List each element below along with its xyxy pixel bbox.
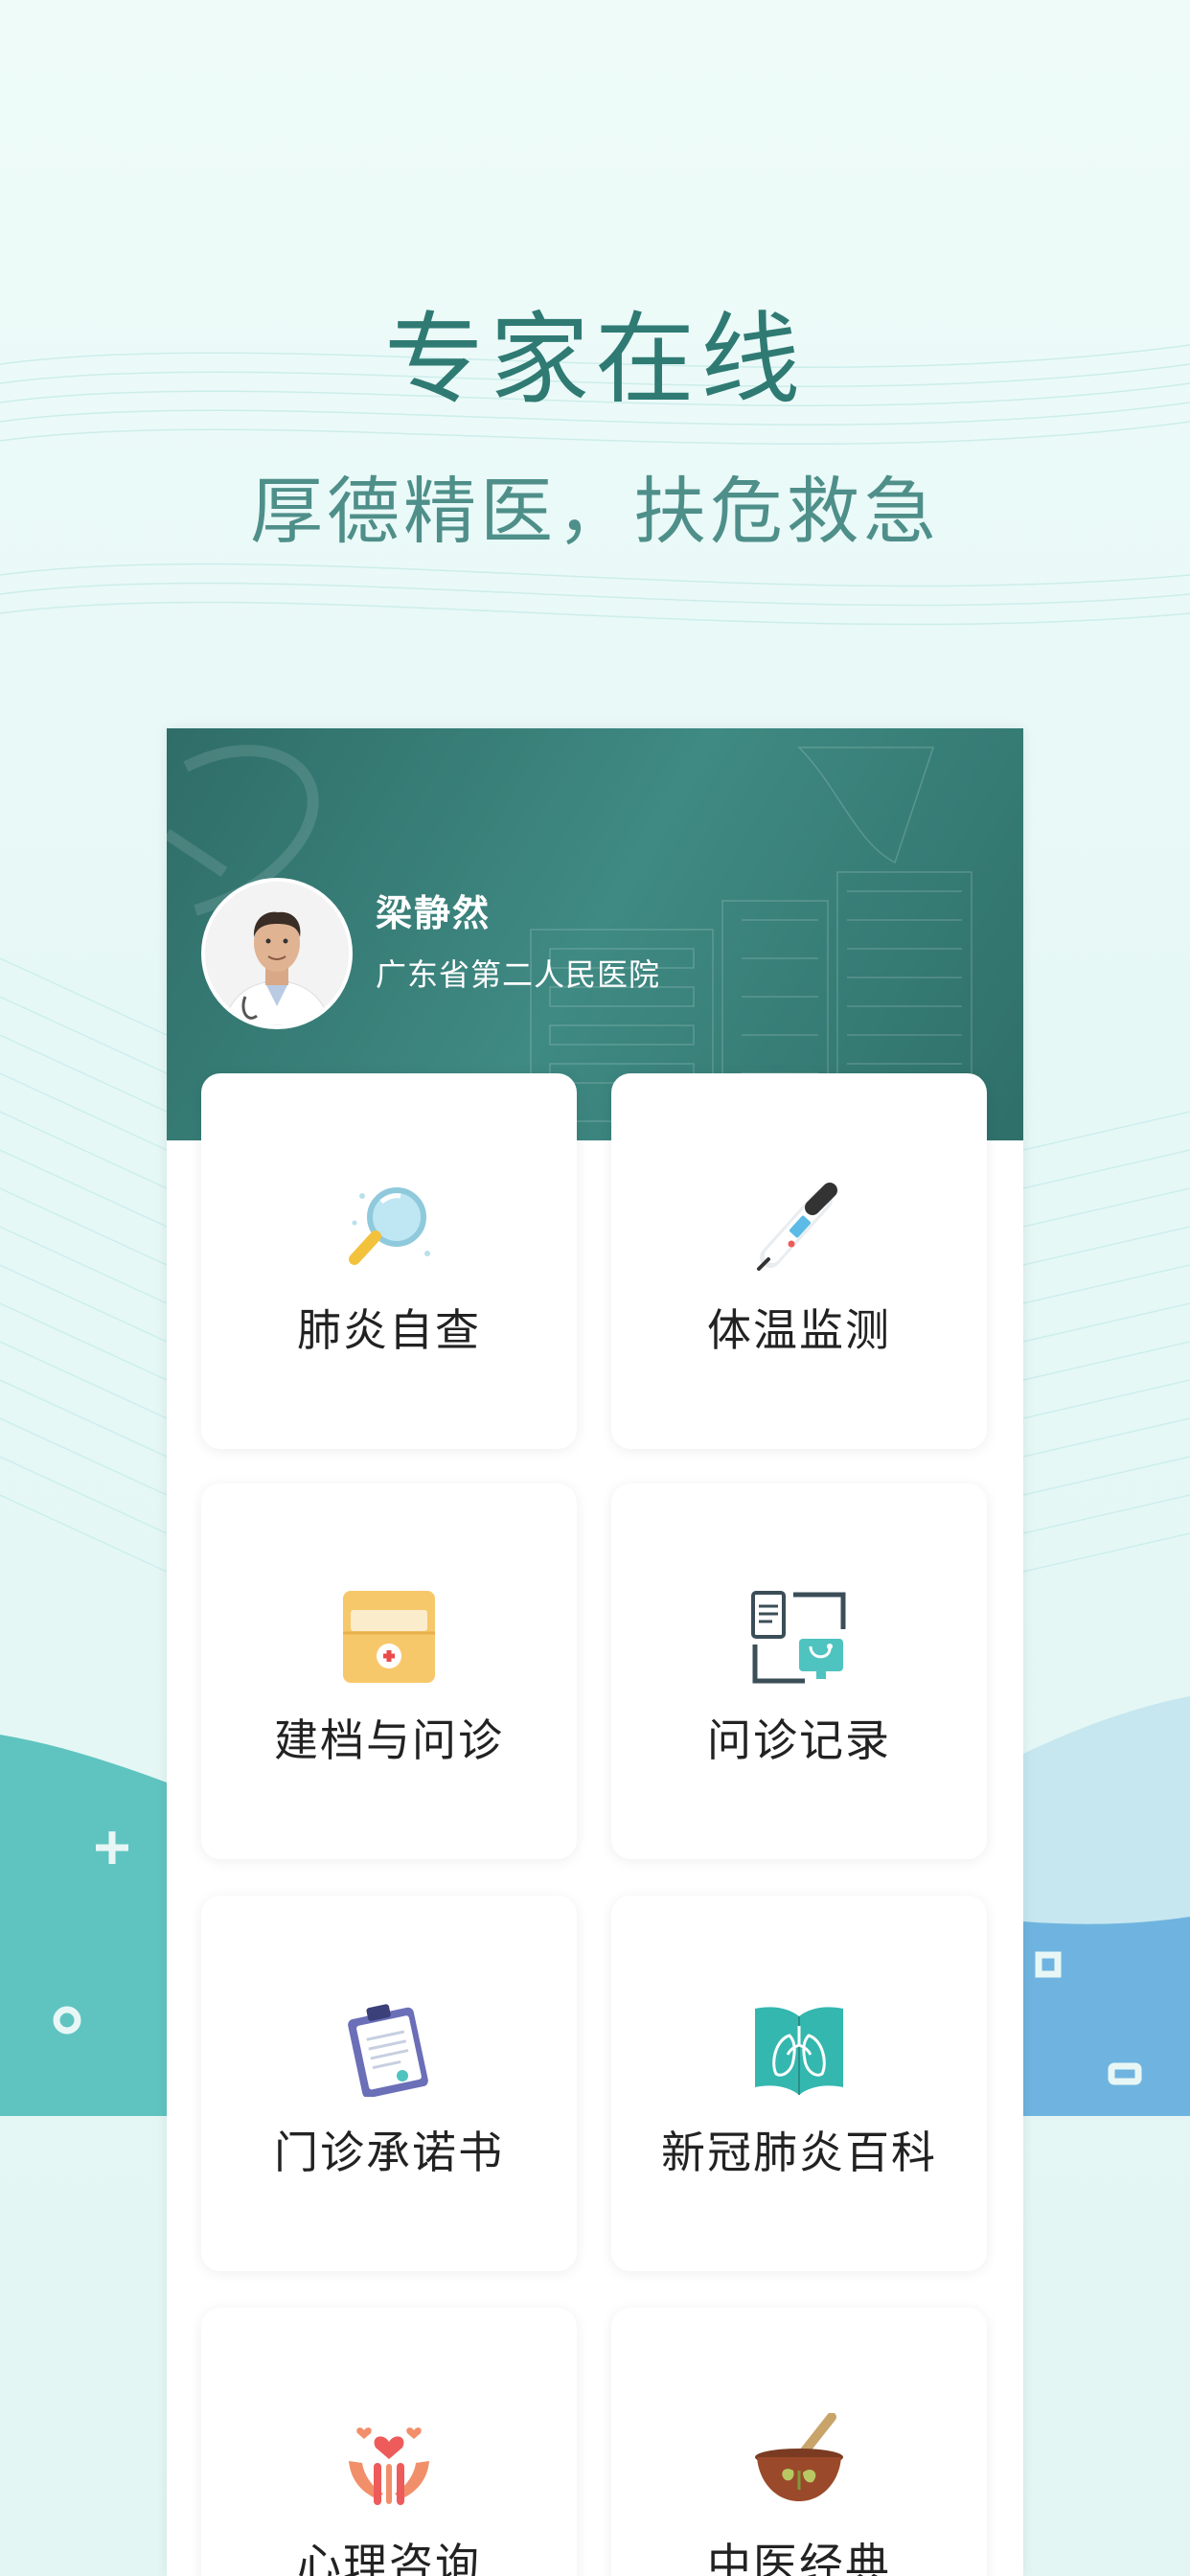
medical-folder-icon <box>343 1591 435 1683</box>
tile-clinic-commitment[interactable]: 门诊承诺书 <box>201 1896 577 2271</box>
mortar-herb-icon <box>755 2413 843 2501</box>
tile-pneumonia-selfcheck[interactable]: 肺炎自查 <box>201 1073 577 1449</box>
tile-tcm-classics[interactable]: 中医经典 <box>611 2308 987 2576</box>
tile-label: 体温监测 <box>707 1304 891 1356</box>
hero-subtitle: 厚德精医，扶危救急 <box>250 469 940 554</box>
hands-hearts-icon <box>349 2427 429 2505</box>
tile-label: 建档与问诊 <box>274 1714 504 1766</box>
hero-title: 专家在线 <box>383 301 806 418</box>
consult-record-icon <box>751 1591 846 1684</box>
tile-psych-consult[interactable]: 心理咨询 <box>201 2308 577 2576</box>
clipboard-icon <box>348 2004 428 2097</box>
doctor-portrait-icon <box>205 882 349 1025</box>
tile-record-and-consult[interactable]: 建档与问诊 <box>201 1484 577 1859</box>
tile-label: 心理咨询 <box>297 2539 481 2576</box>
doctor-avatar[interactable] <box>201 878 353 1029</box>
tile-temperature-monitor[interactable]: 体温监测 <box>611 1073 987 1449</box>
doctor-hospital: 广东省第二人民医院 <box>376 956 661 993</box>
tile-covid-encyclopedia[interactable]: 新冠肺炎百科 <box>611 1896 987 2271</box>
tile-label: 门诊承诺书 <box>274 2127 504 2178</box>
tile-consult-records[interactable]: 问诊记录 <box>611 1484 987 1859</box>
lung-book-icon <box>755 2007 843 2095</box>
tile-label: 新冠肺炎百科 <box>661 2127 937 2178</box>
tile-label: 中医经典 <box>707 2539 891 2576</box>
doctor-name: 梁静然 <box>376 892 492 934</box>
tile-label: 肺炎自查 <box>297 1304 481 1356</box>
tile-label: 问诊记录 <box>707 1714 891 1766</box>
thermometer-icon <box>757 1183 837 1271</box>
magnifier-icon <box>349 1187 430 1265</box>
doctor-panel: 梁静然 广东省第二人民医院 肺炎自查 体温监测 建档与问诊 问诊记录 门诊承诺书… <box>167 728 1023 2576</box>
